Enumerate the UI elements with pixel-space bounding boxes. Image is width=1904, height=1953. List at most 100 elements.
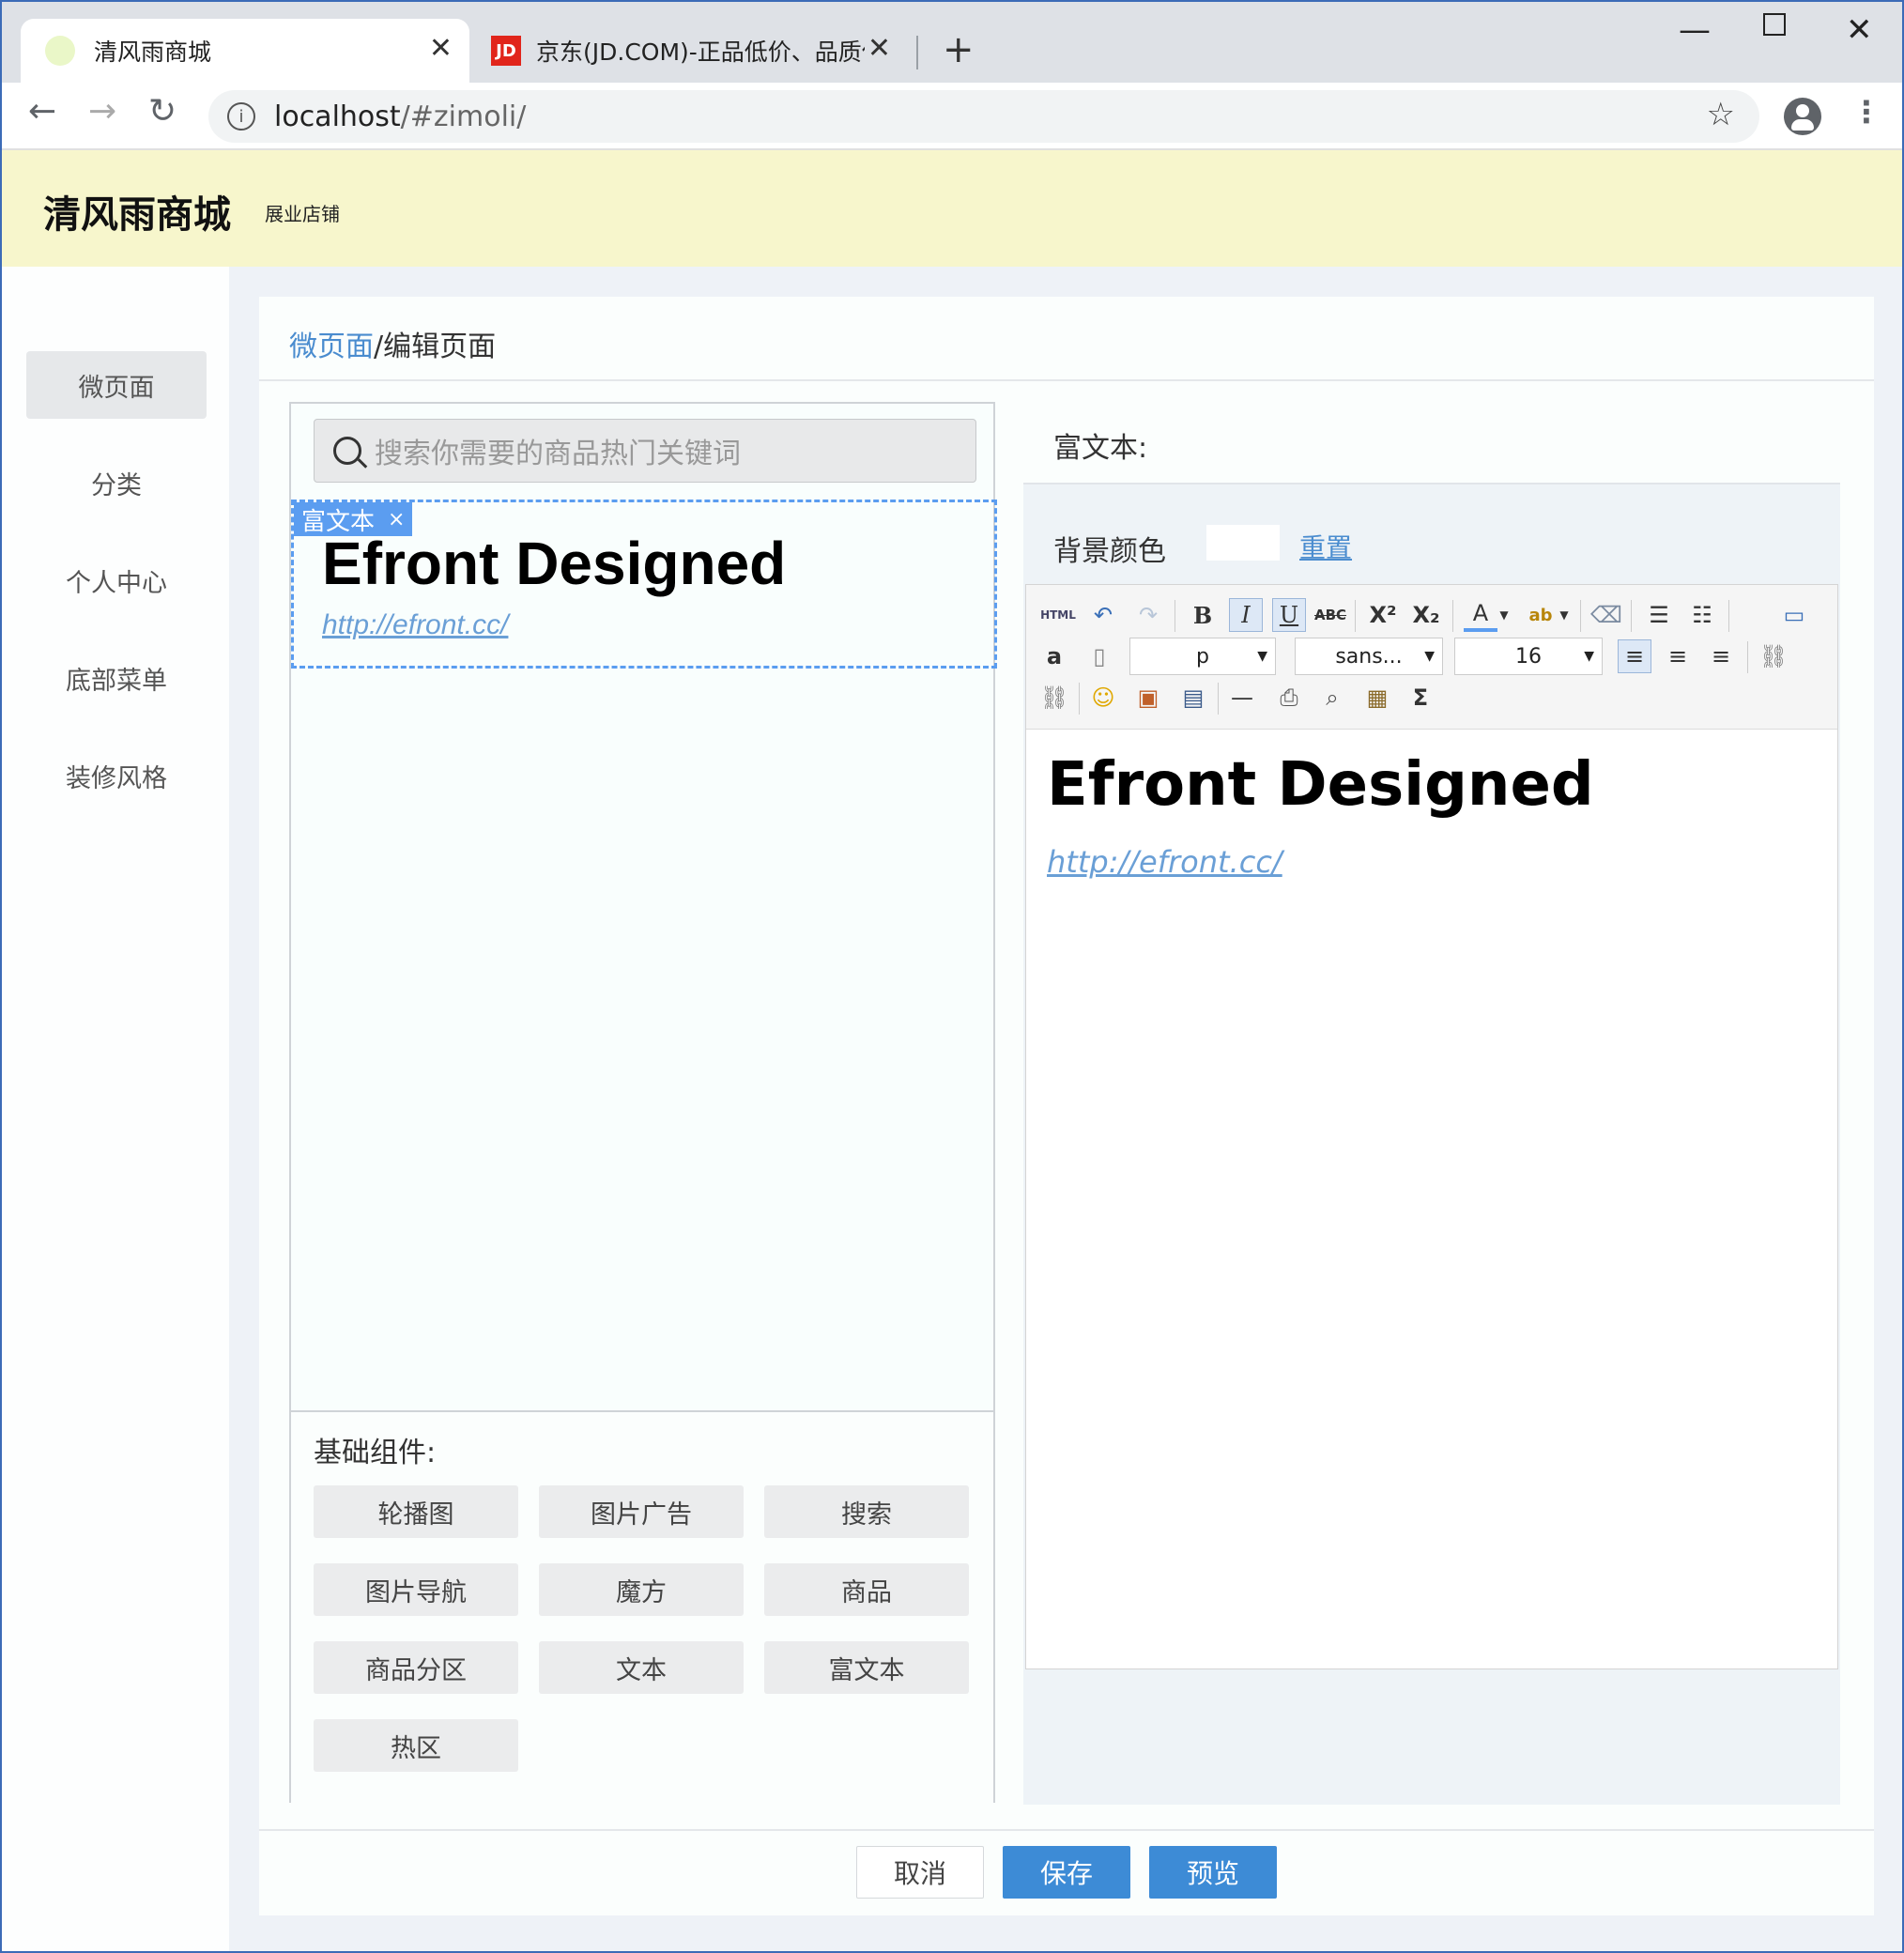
- formula-icon[interactable]: Σ: [1404, 681, 1437, 715]
- subscript-icon[interactable]: X₂: [1409, 598, 1443, 632]
- component-search-button[interactable]: 搜索: [764, 1485, 969, 1538]
- component-hotspot-button[interactable]: 热区: [314, 1719, 518, 1772]
- emoji-icon[interactable]: ☺: [1086, 681, 1120, 715]
- font-size-select[interactable]: 16 ▼: [1454, 638, 1603, 675]
- sidebar-item-theme[interactable]: 装修风格: [26, 742, 207, 809]
- browser-window: 清风雨商城 ✕ JD 京东(JD.COM)-正品低价、品质保 ✕ + — ✕ ←…: [0, 0, 1904, 1953]
- text-case-icon[interactable]: a: [1037, 639, 1071, 673]
- fullscreen-icon[interactable]: ▭: [1777, 598, 1811, 632]
- cancel-button[interactable]: 取消: [856, 1846, 984, 1899]
- component-image-nav-button[interactable]: 图片导航: [314, 1563, 518, 1616]
- component-rich-text-button[interactable]: 富文本: [764, 1641, 969, 1694]
- align-left-icon[interactable]: ≡: [1618, 639, 1651, 673]
- toolbar-separator: [1218, 683, 1219, 715]
- rich-text-block[interactable]: 富文本 × Efront Designed http://efront.cc/: [291, 500, 997, 669]
- align-right-icon[interactable]: ≡: [1704, 639, 1738, 673]
- page-body: 微页面 分类 个人中心 底部菜单 装修风格 微页面/编辑页面 搜索你需要的商品热…: [2, 267, 1902, 1951]
- bg-color-swatch[interactable]: [1205, 524, 1281, 561]
- font-color-dropdown-icon[interactable]: ▼: [1496, 598, 1512, 632]
- block-link[interactable]: http://efront.cc/: [322, 609, 508, 641]
- remove-block-icon[interactable]: ×: [388, 508, 405, 531]
- align-center-icon[interactable]: ≡: [1661, 639, 1695, 673]
- print-icon[interactable]: ⎙: [1272, 681, 1306, 715]
- address-bar[interactable]: i localhost/#zimoli/ ☆: [208, 90, 1759, 143]
- component-cube-button[interactable]: 魔方: [539, 1563, 744, 1616]
- back-icon[interactable]: ←: [28, 92, 56, 131]
- tab-title: 京东(JD.COM)-正品低价、品质保: [536, 38, 865, 66]
- component-goods-section-button[interactable]: 商品分区: [314, 1641, 518, 1694]
- new-doc-icon[interactable]: ▯: [1083, 639, 1116, 673]
- editor-title: 富文本:: [1053, 432, 1148, 465]
- browser-menu-icon[interactable]: ⋮: [1851, 94, 1881, 130]
- component-image-ad-button[interactable]: 图片广告: [539, 1485, 744, 1538]
- html-source-button[interactable]: HTML: [1037, 598, 1079, 632]
- highlight-dropdown-icon[interactable]: ▼: [1556, 598, 1573, 632]
- editor-toolbar: HTML ↶ ↷ B I U ABC X² X₂ A ▼ ab ▼ ⌫ ☰ ☷ …: [1026, 585, 1837, 730]
- component-carousel-button[interactable]: 轮播图: [314, 1485, 518, 1538]
- chevron-down-icon: ▼: [1257, 649, 1267, 664]
- tab-active[interactable]: 清风雨商城 ✕: [21, 19, 469, 83]
- toolbar-separator: [1747, 641, 1748, 673]
- tab-jd[interactable]: JD 京东(JD.COM)-正品低价、品质保 ✕: [476, 19, 908, 83]
- strikethrough-icon[interactable]: ABC: [1313, 598, 1347, 632]
- paragraph-select[interactable]: p ▼: [1129, 638, 1276, 675]
- breadcrumb-separator: /: [374, 331, 384, 363]
- component-palette: 基础组件: 轮播图 图片广告 搜索 图片导航 魔方 商品 商品分区 文本 富文本…: [291, 1410, 993, 1803]
- font-color-icon[interactable]: A: [1464, 598, 1497, 632]
- toolbar-separator: [1631, 600, 1632, 632]
- favicon-icon: [45, 36, 75, 66]
- maximize-icon[interactable]: [1763, 13, 1786, 36]
- paste-icon[interactable]: ▦: [1360, 681, 1394, 715]
- component-goods-button[interactable]: 商品: [764, 1563, 969, 1616]
- editor-content-heading[interactable]: Efront Designed: [1047, 750, 1594, 820]
- editor-panel: 富文本: 背景颜色 重置 HTML ↶ ↷ B I U ABC X² X₂ A …: [1023, 402, 1840, 1805]
- font-family-select[interactable]: sans... ▼: [1295, 638, 1443, 675]
- bold-icon[interactable]: B: [1186, 598, 1220, 632]
- url-host: localhost: [274, 100, 401, 133]
- undo-icon[interactable]: ↶: [1086, 598, 1120, 632]
- unordered-list-icon[interactable]: ☷: [1685, 598, 1719, 632]
- sidebar-item-bottom-menu[interactable]: 底部菜单: [26, 644, 207, 712]
- component-text-button[interactable]: 文本: [539, 1641, 744, 1694]
- editor-content-link[interactable]: http://efront.cc/: [1047, 844, 1282, 880]
- sidebar-item-profile[interactable]: 个人中心: [26, 546, 207, 614]
- sidebar-item-micropage[interactable]: 微页面: [26, 351, 207, 419]
- font-size-value: 16: [1515, 644, 1542, 669]
- link-icon[interactable]: ⛓: [1757, 639, 1790, 673]
- sidebar-item-category[interactable]: 分类: [26, 449, 207, 516]
- video-icon[interactable]: ▤: [1176, 681, 1210, 715]
- breadcrumb-link[interactable]: 微页面: [289, 331, 374, 363]
- breadcrumb: 微页面/编辑页面: [289, 323, 496, 364]
- preview-zoom-icon[interactable]: ⌕: [1315, 681, 1349, 715]
- horizontal-rule-icon[interactable]: —: [1225, 681, 1259, 715]
- image-icon[interactable]: ▣: [1131, 681, 1165, 715]
- divider: [259, 379, 1874, 381]
- redo-icon[interactable]: ↷: [1131, 598, 1165, 632]
- preview-search-bar[interactable]: 搜索你需要的商品热门关键词: [314, 419, 976, 483]
- eraser-icon[interactable]: ⌫: [1589, 598, 1623, 632]
- profile-icon[interactable]: [1784, 98, 1821, 135]
- reload-icon[interactable]: ↻: [148, 92, 177, 131]
- superscript-icon[interactable]: X²: [1366, 598, 1400, 632]
- bookmark-star-icon[interactable]: ☆: [1707, 96, 1735, 133]
- info-icon[interactable]: i: [227, 102, 255, 131]
- main-panel: 微页面/编辑页面 搜索你需要的商品热门关键词 富文本 × Efront Desi…: [259, 297, 1874, 1915]
- rich-text-editor: HTML ↶ ↷ B I U ABC X² X₂ A ▼ ab ▼ ⌫ ☰ ☷ …: [1025, 584, 1838, 1669]
- save-button[interactable]: 保存: [1003, 1846, 1130, 1899]
- new-tab-button[interactable]: +: [943, 28, 975, 71]
- close-window-icon[interactable]: ✕: [1846, 11, 1873, 49]
- close-tab-icon[interactable]: ✕: [429, 32, 453, 65]
- preview-button[interactable]: 预览: [1149, 1846, 1277, 1899]
- toolbar-separator: [1079, 683, 1080, 715]
- minimize-icon[interactable]: —: [1679, 11, 1711, 49]
- unlink-icon[interactable]: ⛓: [1037, 681, 1071, 715]
- underline-icon[interactable]: U: [1272, 598, 1306, 632]
- highlight-icon[interactable]: ab: [1524, 598, 1558, 632]
- close-tab-icon[interactable]: ✕: [868, 32, 891, 65]
- palette-title: 基础组件:: [314, 1437, 437, 1469]
- forward-icon[interactable]: →: [88, 92, 116, 131]
- italic-icon[interactable]: I: [1229, 598, 1263, 632]
- ordered-list-icon[interactable]: ☰: [1642, 598, 1676, 632]
- divider: [259, 1829, 1874, 1831]
- bg-reset-link[interactable]: 重置: [1299, 528, 1352, 565]
